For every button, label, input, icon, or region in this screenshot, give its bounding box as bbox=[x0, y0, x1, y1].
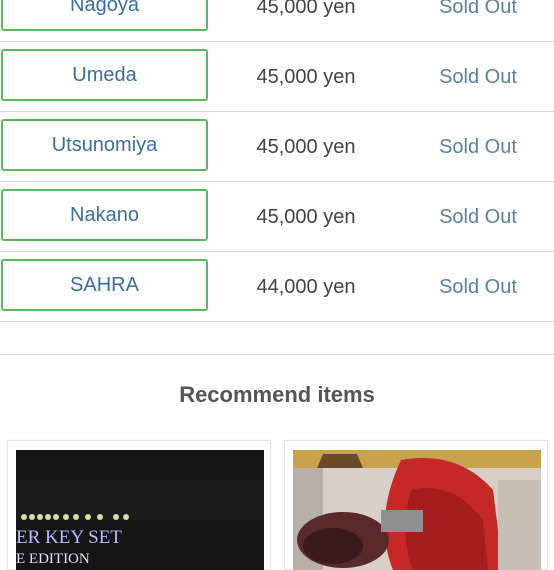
product-image[interactable] bbox=[293, 450, 541, 570]
store-button-umeda[interactable]: Umeda bbox=[1, 49, 208, 101]
product-image[interactable]: ER KEY SET E EDITION bbox=[16, 450, 264, 570]
stock-status: Sold Out bbox=[439, 66, 517, 88]
product-image-text: E EDITION bbox=[16, 551, 90, 567]
product-image-graphic bbox=[293, 450, 541, 570]
table-row: SAHRA 44,000 yen Sold Out bbox=[0, 252, 554, 322]
section-divider bbox=[0, 354, 554, 355]
table-row: Nakano 45,000 yen Sold Out bbox=[0, 182, 554, 252]
store-button-nagoya[interactable]: Nagoya bbox=[1, 0, 208, 31]
table-row: Nagoya 45,000 yen Sold Out bbox=[0, 0, 554, 42]
stock-status: Sold Out bbox=[439, 276, 517, 298]
stock-status: Sold Out bbox=[439, 136, 517, 158]
price: 45,000 yen bbox=[256, 0, 356, 18]
table-row: Utsunomiya 45,000 yen Sold Out bbox=[0, 112, 554, 182]
price: 45,000 yen bbox=[256, 136, 356, 158]
recommend-item-card[interactable] bbox=[284, 440, 548, 570]
recommend-item-card[interactable]: ER KEY SET E EDITION bbox=[7, 440, 271, 570]
price: 45,000 yen bbox=[256, 66, 356, 88]
stock-status: Sold Out bbox=[439, 0, 517, 18]
recommend-title: Recommend items bbox=[179, 382, 375, 407]
product-image-graphic: ER KEY SET E EDITION bbox=[16, 450, 264, 570]
store-button-nakano[interactable]: Nakano bbox=[1, 189, 208, 241]
price: 44,000 yen bbox=[256, 276, 356, 298]
table-row: Umeda 45,000 yen Sold Out bbox=[0, 42, 554, 112]
store-button-utsunomiya[interactable]: Utsunomiya bbox=[1, 119, 208, 171]
stock-table: Nagoya 45,000 yen Sold Out Umeda 45,000 … bbox=[0, 0, 554, 322]
stock-status: Sold Out bbox=[439, 206, 517, 228]
product-image-text: ER KEY SET bbox=[16, 527, 122, 548]
store-button-sahra[interactable]: SAHRA bbox=[1, 259, 208, 311]
price: 45,000 yen bbox=[256, 206, 356, 228]
